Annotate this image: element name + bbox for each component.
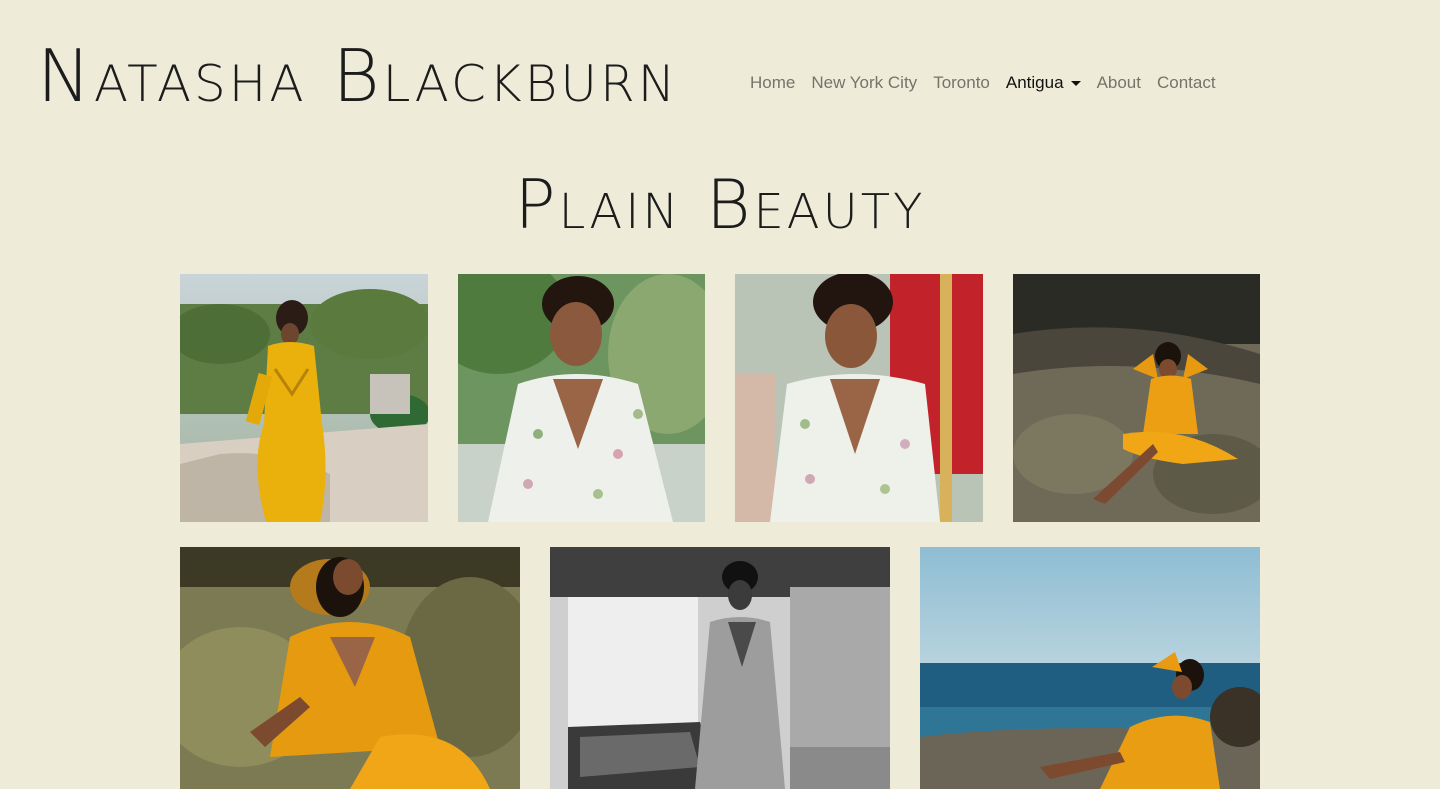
photo-orange-dress-ocean[interactable] bbox=[920, 547, 1260, 789]
photo-orange-dress-rocks[interactable] bbox=[1013, 274, 1260, 522]
nav-item-contact[interactable]: Contact bbox=[1149, 71, 1224, 95]
photo-orange-dress-reclining-rocks[interactable] bbox=[180, 547, 520, 789]
photo-yellow-dress-palm-beach[interactable] bbox=[180, 274, 428, 522]
photo-floral-dress-red-boat[interactable] bbox=[735, 274, 983, 522]
photo-floral-dress-greenery[interactable] bbox=[458, 274, 705, 522]
site-brand-link[interactable]: Natasha Blackburn bbox=[37, 40, 678, 112]
nav-item-home[interactable]: Home bbox=[742, 71, 803, 95]
nav-item-antigua-dropdown[interactable]: Antigua bbox=[998, 71, 1089, 95]
nav-item-about[interactable]: About bbox=[1089, 71, 1149, 95]
main-nav: Home New York City Toronto Antigua About… bbox=[742, 71, 1224, 95]
nav-item-antigua-label: Antigua bbox=[1005, 73, 1064, 92]
chevron-down-icon bbox=[1070, 80, 1081, 86]
nav-item-toronto[interactable]: Toronto bbox=[925, 71, 998, 95]
nav-item-new-york-city[interactable]: New York City bbox=[803, 71, 925, 95]
photo-black-and-white-building[interactable] bbox=[550, 547, 890, 789]
site-header: Natasha Blackburn Home New York City Tor… bbox=[0, 0, 1440, 160]
page-title: Plain Beauty bbox=[514, 166, 926, 245]
